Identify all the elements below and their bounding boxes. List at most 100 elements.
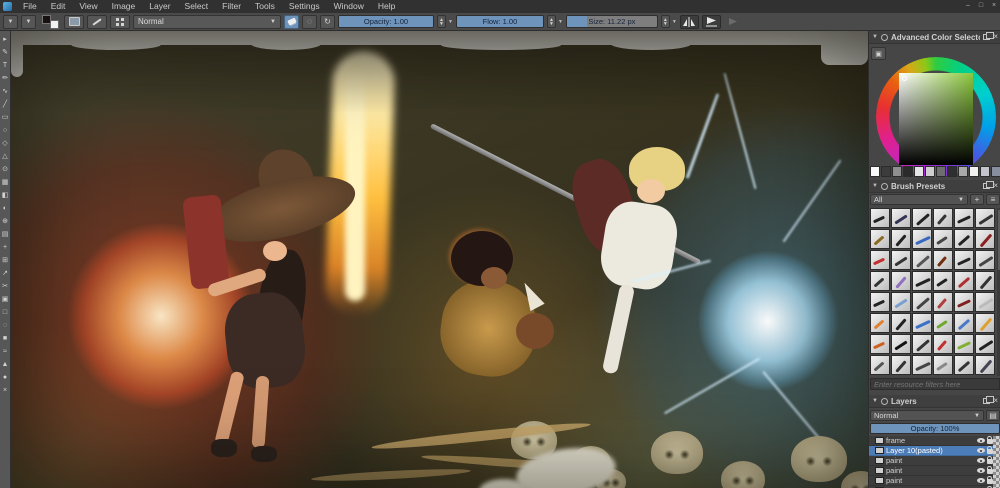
layer-row[interactable]: paintα [869,456,1000,466]
brush-preset[interactable] [870,334,890,354]
elliptical-select-tool[interactable]: ◌ [0,319,11,332]
brush-preset[interactable] [954,355,974,375]
brush-preset[interactable] [933,250,953,270]
brush-preset[interactable] [870,355,890,375]
color-history-swatch[interactable] [914,166,924,177]
pin-icon[interactable] [881,398,888,405]
freehand-brush-tool[interactable]: ∿ [0,85,11,98]
layer-row[interactable]: frameα [869,436,1000,446]
brush-preset[interactable] [954,292,974,312]
color-selector-settings-button[interactable]: ▣ [871,47,886,60]
brush-preset[interactable] [870,313,890,333]
brush-preset[interactable] [912,229,932,249]
menu-tools[interactable]: Tools [248,0,282,13]
menu-file[interactable]: File [16,0,44,13]
brush-preset[interactable] [912,355,932,375]
crop-tool[interactable]: ⊞ [0,254,11,267]
blending-mode-select[interactable]: Normal ▼ [133,15,281,29]
brush-preset[interactable] [891,208,911,228]
size-spinner[interactable]: ▲▼ [661,15,670,28]
brush-preset[interactable] [891,292,911,312]
brush-preset[interactable] [933,271,953,291]
visibility-eye-icon[interactable] [977,458,985,463]
layer-filter-button[interactable]: ▤ [986,410,1000,421]
edit-brush-settings-button[interactable] [64,15,84,29]
layer-row[interactable]: paintα [869,466,1000,476]
text-tool[interactable]: T [0,59,11,72]
menu-select[interactable]: Select [178,0,216,13]
brush-preset[interactable] [870,208,890,228]
brush-preset[interactable] [975,292,995,312]
color-sampler-tool[interactable]: ⊕ [0,215,11,228]
gradient-tool[interactable]: ◐ [0,202,11,215]
background-color-swatch[interactable] [50,20,59,29]
visibility-eye-icon[interactable] [977,448,985,453]
layer-blending-mode-select[interactable]: Normal ▼ [870,410,984,421]
brush-preset[interactable] [975,250,995,270]
menu-filter[interactable]: Filter [215,0,248,13]
menu-settings[interactable]: Settings [282,0,327,13]
polygon-tool[interactable]: ◇ [0,137,11,150]
tag-filter-select[interactable]: All ▼ [870,194,968,205]
menu-layer[interactable]: Layer [142,0,177,13]
brush-preset[interactable] [954,208,974,228]
flow-spinner[interactable]: ▲▼ [547,15,556,28]
zoom-tool[interactable]: × [0,384,11,397]
foreground-background-colors[interactable] [41,14,59,29]
color-history-swatch[interactable] [958,166,968,177]
lock-icon[interactable] [987,459,993,464]
fill-tool[interactable]: ◧ [0,189,11,202]
presets-menu-button[interactable]: ≡ [986,194,1000,205]
eraser-mode-button[interactable] [284,15,299,29]
calligraphy-tool[interactable]: ✏ [0,72,11,85]
lock-icon[interactable] [987,479,993,484]
float-docker-icon[interactable] [983,183,990,189]
brush-preset[interactable] [891,271,911,291]
brush-preset[interactable] [954,271,974,291]
size-slider[interactable]: Size: 11.22 px [566,15,658,28]
brush-preset[interactable] [891,229,911,249]
bezier-curve-tool[interactable]: ⊙ [0,163,11,176]
line-tool[interactable]: ╱ [0,98,11,111]
float-docker-icon[interactable] [983,34,990,40]
mirror-vertical-button[interactable] [702,15,721,29]
chevron-down-icon[interactable]: ▼ [872,183,878,189]
mirror-horizontal-button[interactable] [680,15,699,29]
brush-preset[interactable] [891,355,911,375]
choose-brush-preset-button[interactable] [110,15,130,29]
brush-preset[interactable] [933,208,953,228]
brush-preset[interactable] [954,334,974,354]
brush-preset[interactable] [975,229,995,249]
resource-filter-input[interactable] [870,378,1000,390]
brush-preset[interactable] [954,313,974,333]
assistants-tool[interactable]: ✂ [0,280,11,293]
pin-icon[interactable] [881,34,888,41]
brush-preset[interactable] [870,250,890,270]
brush-preset[interactable] [975,334,995,354]
polygonal-select-tool[interactable]: ■ [0,332,11,345]
measure-tool[interactable]: ↗ [0,267,11,280]
float-docker-icon[interactable] [983,398,990,404]
color-history-swatch[interactable] [969,166,979,177]
brush-preset[interactable] [912,250,932,270]
transform-tool[interactable]: ▸ [0,33,11,46]
reference-images-tool[interactable]: ▣ [0,293,11,306]
reset-preset-button[interactable]: ↻ [320,15,335,29]
freehand-select-tool[interactable]: ≈ [0,345,11,358]
brush-preset[interactable] [933,313,953,333]
color-history-swatch[interactable] [936,166,946,177]
visibility-eye-icon[interactable] [977,478,985,483]
menu-edit[interactable]: Edit [44,0,73,13]
rectangle-tool[interactable]: ▭ [0,111,11,124]
brush-preset[interactable] [891,313,911,333]
menu-help[interactable]: Help [371,0,402,13]
contiguous-select-tool[interactable]: ▲ [0,358,11,371]
brush-preset[interactable] [954,250,974,270]
layer-row[interactable]: paintα [869,476,1000,486]
brush-preset[interactable] [912,208,932,228]
add-tag-button[interactable]: + [970,194,984,205]
color-history-swatch[interactable] [980,166,990,177]
close-button[interactable]: × [990,0,998,12]
visibility-eye-icon[interactable] [977,468,985,473]
brush-editor-button[interactable] [87,15,107,29]
